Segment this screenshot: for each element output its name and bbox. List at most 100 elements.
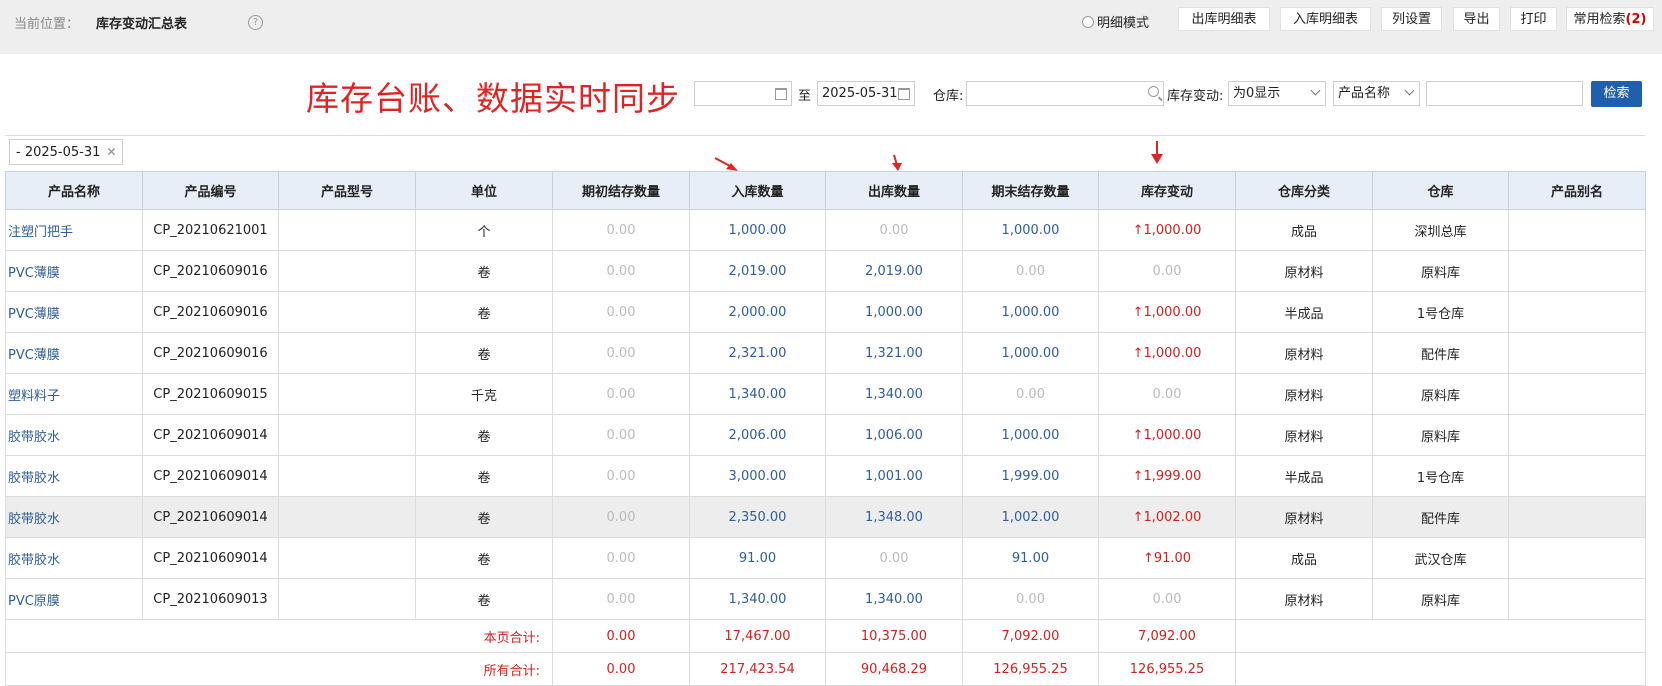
cell-name[interactable]: 胶带胶水 [5, 455, 143, 497]
cell-in: 2,006.00 [689, 414, 826, 456]
cell-code: CP_20210609013 [142, 578, 279, 620]
column-header[interactable]: 入库数量 [689, 171, 826, 210]
cell-change: 0.00 [1098, 250, 1236, 292]
cell-model [278, 578, 416, 620]
inbound-detail-button[interactable]: 入库明细表 [1280, 7, 1371, 31]
cell-name[interactable]: PVC薄膜 [5, 291, 143, 333]
cell-unit: 卷 [415, 578, 553, 620]
cell-name[interactable]: 胶带胶水 [5, 496, 143, 538]
column-header[interactable]: 仓库分类 [1235, 171, 1373, 210]
divider [5, 135, 1645, 136]
column-settings-button[interactable]: 列设置 [1381, 7, 1442, 31]
calendar-icon[interactable] [898, 88, 910, 100]
cell-name[interactable]: PVC薄膜 [5, 332, 143, 374]
table-row[interactable]: 胶带胶水 CP_20210609014 卷 0.00 2,350.00 1,348.00 1… [5, 496, 1646, 538]
cell-name[interactable]: 胶带胶水 [5, 414, 143, 456]
search-icon[interactable] [1148, 86, 1159, 97]
page-title: 库存变动汇总表 [96, 17, 188, 32]
cell-name[interactable]: 胶带胶水 [5, 537, 143, 579]
cell-category: 半成品 [1235, 455, 1373, 497]
column-header[interactable]: 期末结存数量 [962, 171, 1099, 210]
total-out: 10,375.00 [825, 619, 963, 653]
cell-alias [1508, 291, 1646, 333]
cell-unit: 卷 [415, 496, 553, 538]
total-label: 本页合计: [5, 619, 553, 653]
table-row[interactable]: PVC薄膜 CP_20210609016 卷 0.00 2,019.00 2,019.00… [5, 250, 1646, 292]
table-row[interactable]: 胶带胶水 CP_20210609014 卷 0.00 91.00 0.00 91.00 ↑91… [5, 537, 1646, 579]
grand-total-row: 所有合计: 0.00 217,423.54 90,468.29 126,955.25 12… [5, 652, 1646, 686]
column-header[interactable]: 产品名称 [5, 171, 143, 210]
cell-closing: 0.00 [962, 578, 1099, 620]
column-header[interactable]: 产品编号 [142, 171, 279, 210]
stock-change-select[interactable]: 为0显示 [1228, 81, 1326, 106]
column-header[interactable]: 库存变动 [1098, 171, 1236, 210]
cell-change: ↑1,002.00 [1098, 496, 1236, 538]
column-header[interactable]: 期初结存数量 [552, 171, 690, 210]
cell-change: ↑1,000.00 [1098, 332, 1236, 374]
calendar-icon[interactable] [775, 88, 787, 100]
cell-name[interactable]: 注塑门把手 [5, 209, 143, 251]
cell-opening: 0.00 [552, 332, 690, 374]
table-row[interactable]: PVC薄膜 CP_20210609016 卷 0.00 2,000.00 1,000.00… [5, 291, 1646, 333]
cell-name[interactable]: 塑料料子 [5, 373, 143, 415]
cell-model [278, 455, 416, 497]
cell-closing: 0.00 [962, 250, 1099, 292]
field-select[interactable]: 产品名称 [1333, 81, 1420, 106]
cell-name[interactable]: PVC薄膜 [5, 250, 143, 292]
total-label: 所有合计: [5, 652, 553, 686]
cell-alias [1508, 414, 1646, 456]
date-from-input[interactable] [694, 81, 792, 106]
cell-name[interactable]: PVC原膜 [5, 578, 143, 620]
radio-icon[interactable] [1082, 16, 1094, 28]
cell-category: 原材料 [1235, 496, 1373, 538]
cell-warehouse: 配件库 [1372, 332, 1509, 374]
table-row[interactable]: PVC原膜 CP_20210609013 卷 0.00 1,340.00 1,340.00… [5, 578, 1646, 620]
table-row[interactable]: PVC薄膜 CP_20210609016 卷 0.00 2,321.00 1,321.00… [5, 332, 1646, 374]
column-header[interactable]: 产品型号 [278, 171, 416, 210]
cell-out: 1,001.00 [825, 455, 963, 497]
table-row[interactable]: 胶带胶水 CP_20210609014 卷 0.00 3,000.00 1,001.00 1… [5, 455, 1646, 497]
cell-in: 2,000.00 [689, 291, 826, 333]
outbound-detail-button[interactable]: 出库明细表 [1178, 7, 1270, 31]
column-header[interactable]: 出库数量 [825, 171, 963, 210]
to-label: 至 [798, 89, 812, 104]
column-header[interactable]: 仓库 [1372, 171, 1509, 210]
inventory-table: 产品名称 产品编号 产品型号 单位 期初结存数量 入库数量 出库数量 期末结存数量 库存变动 仓库… [5, 171, 1646, 686]
help-icon[interactable]: ? [248, 15, 263, 30]
cell-warehouse: 深圳总库 [1372, 209, 1509, 251]
active-filter-text: - 2025-05-31 [16, 145, 101, 160]
cell-out: 1,340.00 [825, 373, 963, 415]
cell-opening: 0.00 [552, 373, 690, 415]
cell-opening: 0.00 [552, 537, 690, 579]
annotation-arrow-icon [1151, 141, 1163, 164]
field-select-value: 产品名称 [1338, 86, 1391, 101]
cell-alias [1508, 250, 1646, 292]
detail-mode-radio[interactable]: 明细模式 [1082, 12, 1149, 31]
column-header[interactable]: 产品别名 [1508, 171, 1646, 210]
total-change: 126,955.25 [1098, 652, 1236, 686]
keyword-input[interactable] [1426, 81, 1583, 106]
print-button[interactable]: 打印 [1510, 7, 1557, 31]
column-header[interactable]: 单位 [415, 171, 553, 210]
cell-opening: 0.00 [552, 578, 690, 620]
warehouse-input[interactable] [966, 81, 1164, 106]
cell-unit: 卷 [415, 332, 553, 374]
cell-code: CP_20210609016 [142, 250, 279, 292]
table-row[interactable]: 注塑门把手 CP_20210621001 个 0.00 1,000.00 0.00 1,00… [5, 209, 1646, 251]
search-button[interactable]: 检索 [1591, 81, 1642, 107]
close-icon[interactable]: ✕ [106, 145, 116, 159]
common-search-button[interactable]: 常用检索(2) [1566, 7, 1654, 31]
total-out: 90,468.29 [825, 652, 963, 686]
total-opening: 0.00 [552, 619, 690, 653]
cell-warehouse: 1号仓库 [1372, 291, 1509, 333]
table-row[interactable]: 塑料料子 CP_20210609015 千克 0.00 1,340.00 1,340.00… [5, 373, 1646, 415]
cell-in: 2,350.00 [689, 496, 826, 538]
warehouse-label: 仓库: [933, 89, 964, 104]
cell-alias [1508, 578, 1646, 620]
cell-unit: 个 [415, 209, 553, 251]
table-row[interactable]: 胶带胶水 CP_20210609014 卷 0.00 2,006.00 1,006.00 1… [5, 414, 1646, 456]
date-to-input[interactable]: 2025-05-31 [817, 81, 915, 106]
export-button[interactable]: 导出 [1453, 7, 1500, 31]
cell-warehouse: 原料库 [1372, 373, 1509, 415]
cell-unit: 卷 [415, 291, 553, 333]
